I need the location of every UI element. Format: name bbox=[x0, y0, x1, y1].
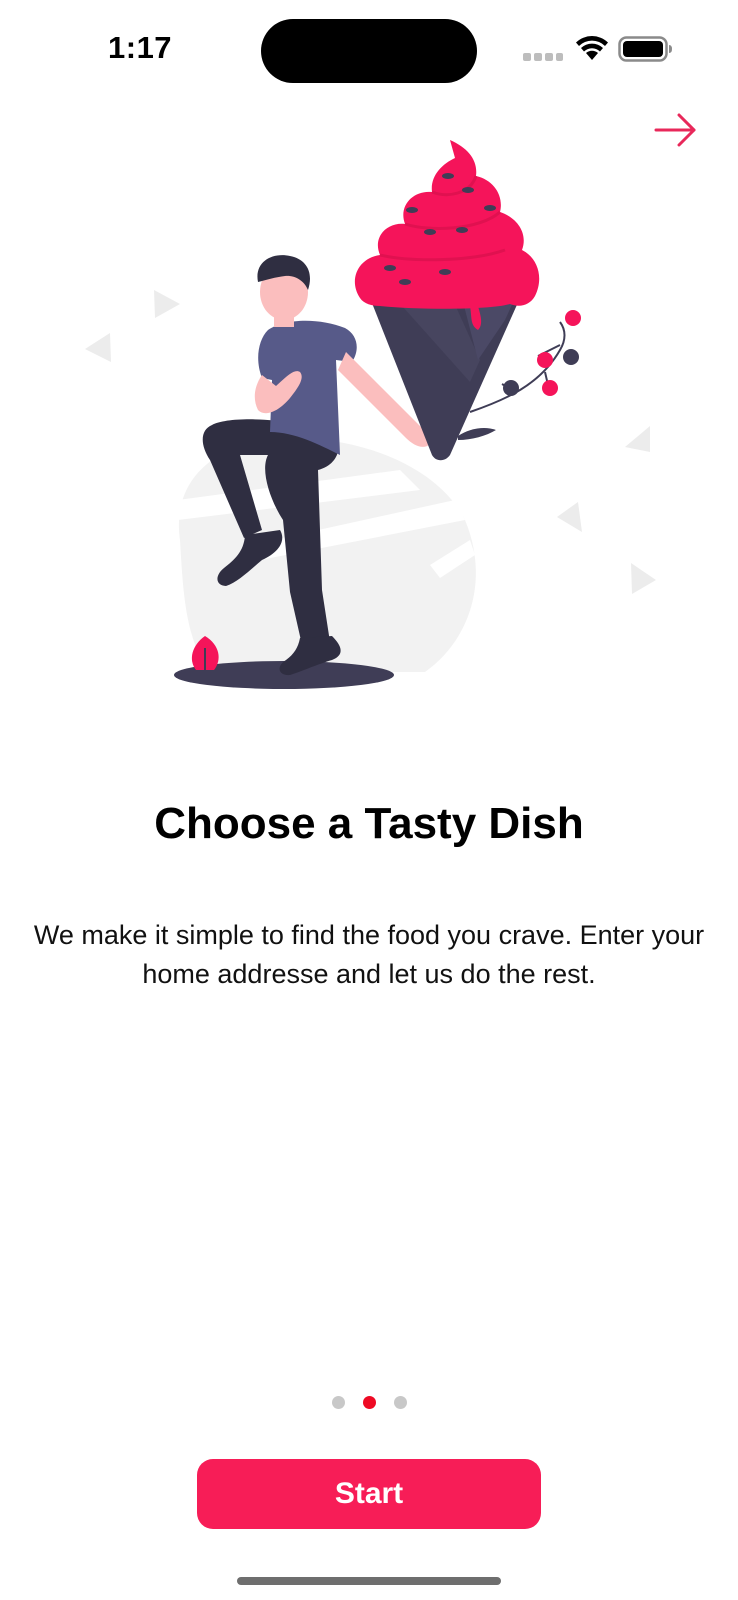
wifi-icon bbox=[576, 36, 608, 60]
page-dot-1[interactable] bbox=[331, 1396, 345, 1409]
start-button[interactable]: Start bbox=[197, 1459, 541, 1529]
man-with-ice-cream-illustration bbox=[85, 140, 656, 689]
page-dot-2-active[interactable] bbox=[362, 1396, 376, 1409]
onboarding-screen: 1:17 Choose a Tasty Dish We make it simp… bbox=[0, 0, 738, 1600]
page-dot-3[interactable] bbox=[393, 1396, 407, 1409]
page-indicator[interactable] bbox=[0, 1396, 738, 1412]
onboarding-description: We make it simple to find the food you c… bbox=[33, 920, 720, 989]
cellular-signal-icon bbox=[523, 53, 563, 61]
dynamic-island bbox=[261, 19, 477, 83]
battery-icon bbox=[618, 36, 672, 62]
status-time: 1:17 bbox=[108, 30, 173, 65]
home-indicator[interactable] bbox=[237, 1577, 501, 1585]
onboarding-title: Choose a Tasty Dish bbox=[154, 799, 584, 848]
